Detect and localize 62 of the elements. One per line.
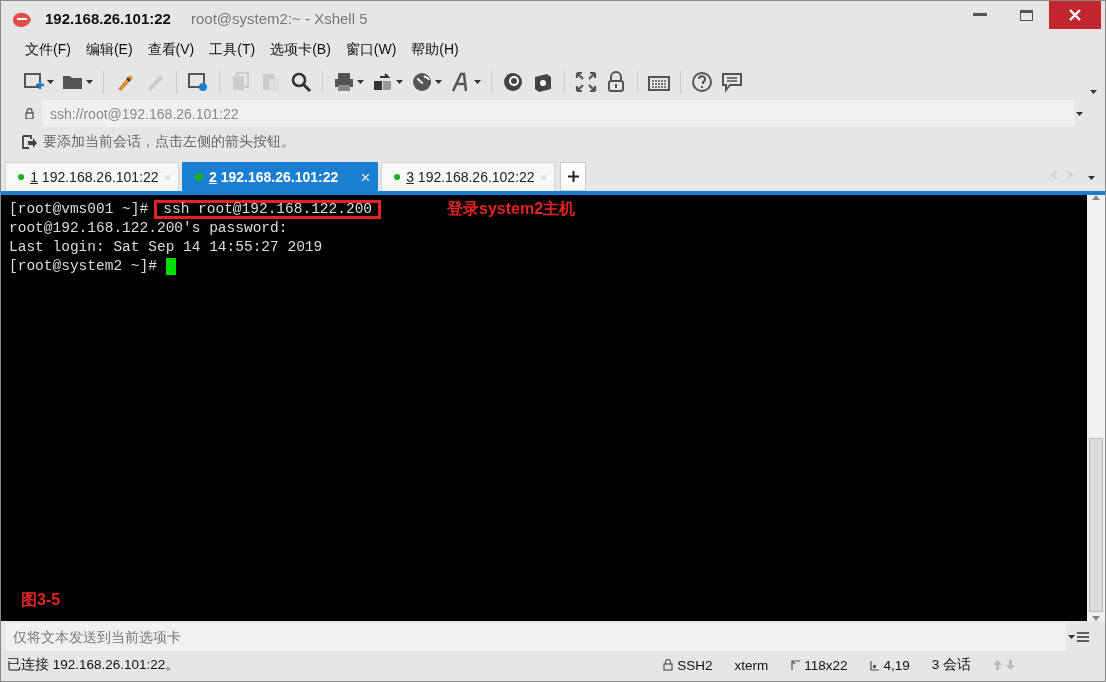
menu-icon[interactable] — [1077, 632, 1089, 642]
protocol-label: SSH2 — [677, 657, 713, 673]
plus-icon — [567, 171, 579, 182]
new-tab-button[interactable] — [560, 162, 586, 191]
close-button[interactable] — [1049, 1, 1101, 29]
session-tab[interactable]: 2 192.168.26.101:22 — [182, 162, 378, 191]
transfer-icon[interactable] — [372, 71, 394, 93]
resize-icon — [790, 659, 801, 671]
cursor-position-icon — [869, 659, 880, 671]
fullscreen-icon[interactable] — [575, 71, 597, 93]
lock-icon — [25, 108, 34, 119]
lock-icon[interactable] — [605, 71, 627, 93]
session-tab[interactable]: 1 192.168.26.101:22 — [5, 162, 179, 191]
cursor-position: 4,19 — [883, 657, 910, 673]
caret-icon[interactable] — [1088, 176, 1095, 180]
help-icon[interactable] — [691, 71, 713, 93]
window-title: 192.168.26.101:22 — [45, 10, 171, 27]
terminal-text: root@192.168.122.200's password: — [9, 219, 288, 238]
compose-field[interactable]: 仅将文本发送到当前选项卡 — [5, 623, 1066, 651]
arrow-icon[interactable] — [21, 134, 37, 150]
scroll-down-icon[interactable] — [1092, 616, 1100, 621]
printer-icon[interactable] — [333, 71, 355, 93]
status-dot-icon — [394, 173, 401, 181]
status-dot-icon — [18, 173, 25, 181]
chat-icon[interactable] — [721, 71, 743, 93]
caret-icon[interactable] — [357, 80, 364, 84]
menu-item[interactable]: 工具(T) — [207, 41, 263, 59]
window-subtitle: root@system2:~ - Xshell 5 — [190, 10, 368, 27]
lock-icon — [663, 659, 674, 671]
status-dot-icon — [195, 173, 203, 181]
figure-label: 图3-5 — [21, 590, 61, 610]
terminal-text: Last login: Sat Sep 14 14:55:27 2019 — [9, 238, 323, 257]
caret-icon[interactable] — [47, 80, 54, 84]
terminal-text: [root@vms001 ~]# — [9, 200, 149, 219]
highlighted-command: ssh root@192.168.122.200 — [154, 200, 382, 219]
close-icon — [1069, 9, 1081, 21]
search-icon[interactable] — [290, 71, 312, 93]
caret-icon[interactable] — [435, 80, 442, 84]
caret-icon[interactable] — [1068, 635, 1075, 639]
menu-item[interactable]: 窗口(W) — [343, 41, 404, 59]
menu-item[interactable]: 查看(V) — [145, 41, 202, 59]
session-count: 3 会话 — [931, 656, 971, 674]
maximize-icon — [1019, 9, 1033, 21]
minimize-icon — [973, 13, 987, 17]
caret-icon[interactable] — [1076, 111, 1083, 116]
terminal-text: [root@system2 ~]# — [9, 257, 157, 276]
menu-item[interactable]: 选项卡(B) — [268, 41, 338, 59]
menu-item[interactable]: 帮助(H) — [409, 41, 466, 59]
scrollbar[interactable] — [1087, 195, 1105, 621]
menu-item[interactable]: 文件(F) — [23, 41, 78, 59]
hint-text: 要添加当前会话，点击左侧的箭头按钮。 — [43, 133, 295, 151]
annotation-text: 登录system2主机 — [447, 199, 576, 219]
terminal-size: 118x22 — [804, 657, 848, 673]
caret-icon[interactable] — [1090, 90, 1097, 94]
settings-icon[interactable] — [187, 71, 209, 93]
connection-status: 已连接 192.168.26.101:22。 — [7, 656, 180, 674]
caret-icon[interactable] — [396, 80, 403, 84]
terminal-type: xterm — [734, 657, 769, 673]
menu-item[interactable]: 编辑(E) — [83, 41, 140, 59]
caret-icon[interactable] — [86, 80, 93, 84]
caret-icon[interactable] — [474, 80, 481, 84]
session-tab[interactable]: 3 192.168.26.102:22 — [381, 162, 555, 191]
